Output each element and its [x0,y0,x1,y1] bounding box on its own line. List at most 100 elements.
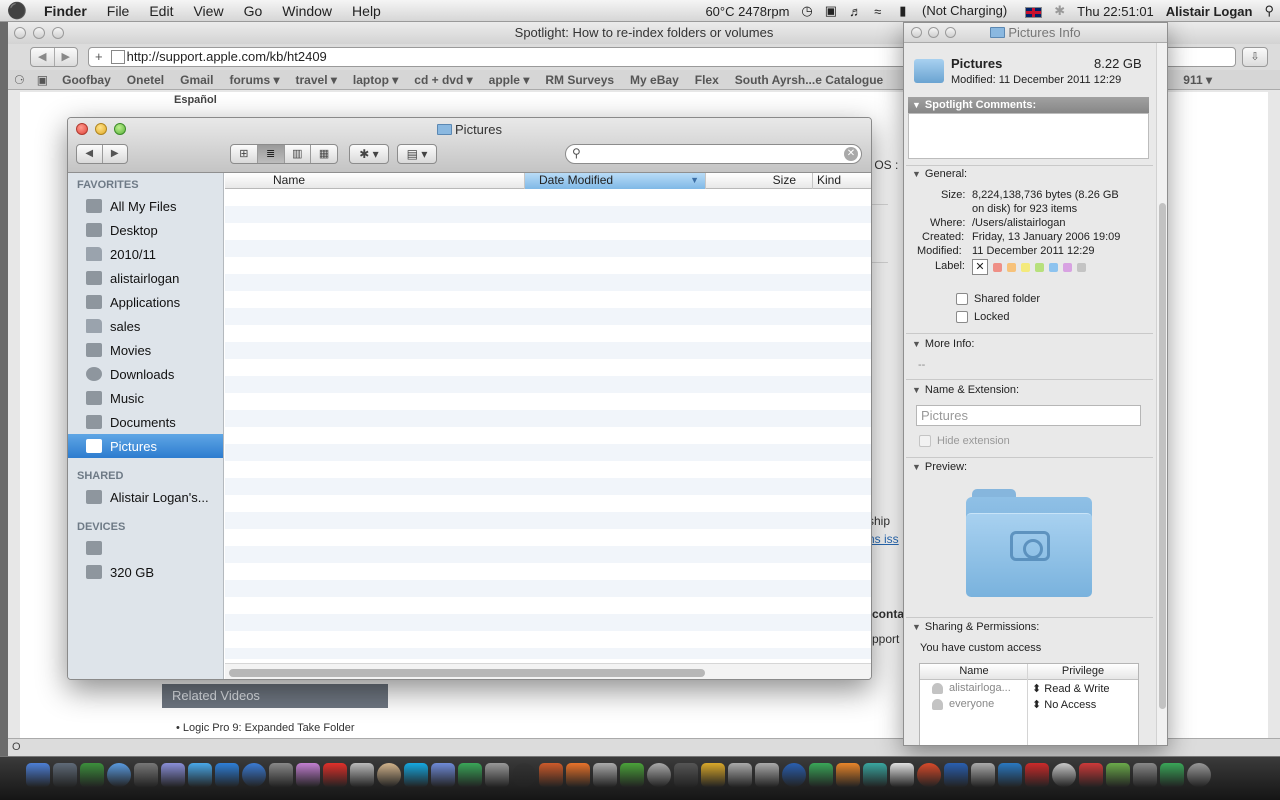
sharing-permissions-section-header[interactable]: ▼ Sharing & Permissions: [912,621,1039,633]
bookmark-rm-surveys[interactable]: RM Surveys [537,73,622,87]
browser-close-button[interactable] [14,27,26,39]
finder-back-button[interactable]: ◀ [77,145,103,163]
dock-app-icon[interactable] [917,763,941,787]
dock-app-icon[interactable] [458,763,482,787]
label-purple-swatch[interactable] [1063,262,1072,272]
table-row[interactable]: alistairloga... ⬍ Read & Write [920,680,1138,696]
menu-go[interactable]: Go [234,3,273,19]
more-info-section-header[interactable]: ▼ More Info: [912,338,974,350]
temperature-fan-status[interactable]: 60°C 2478rpm [699,4,795,19]
bookmarks-book-icon[interactable]: ▣ [31,73,54,87]
dock-app-icon[interactable] [1052,763,1076,787]
finder-search-field[interactable]: ⚲ ✕ [565,144,862,164]
action-menu-button[interactable]: ✱ ▾ [349,144,389,164]
bookmark-laptop[interactable]: laptop ▾ [345,73,406,87]
spotlight-comments-header[interactable]: ▼ Spotlight Comments: [908,97,1149,113]
bookmark-forums[interactable]: forums ▾ [221,73,287,87]
sidebar-item-all-my-files[interactable]: All My Files [68,194,223,218]
info-close-button[interactable] [911,27,922,38]
sidebar-item-movies[interactable]: Movies [68,338,223,362]
sidebar-item-downloads[interactable]: Downloads [68,362,223,386]
dock-app-icon[interactable] [107,763,131,787]
dock-app-icon[interactable] [647,763,671,787]
info-scroll-thumb[interactable] [1159,203,1166,709]
label-blue-swatch[interactable] [1049,262,1058,272]
dock-app-icon[interactable] [485,763,509,787]
horizontal-scrollbar[interactable] [225,663,871,679]
dock-app-icon[interactable] [431,763,455,787]
dock-app-icon[interactable] [53,763,77,787]
general-section-header[interactable]: ▼ General: [912,168,967,180]
dock-app-icon[interactable] [863,763,887,787]
sidebar-item-desktop[interactable]: Desktop [68,218,223,242]
apple-menu-icon[interactable]: ⚫ [0,1,34,21]
reading-list-icon[interactable]: ⚆ [8,73,31,87]
dock-app-icon[interactable] [242,763,266,787]
label-orange-swatch[interactable] [1007,262,1016,272]
dock-app-icon[interactable] [998,763,1022,787]
bookmark-911[interactable]: 911 ▾ [1175,73,1220,87]
dock-app-icon[interactable] [566,763,590,787]
downloads-button[interactable]: ⇩ [1242,47,1268,67]
sidebar-item-applications[interactable]: Applications [68,290,223,314]
dock-app-icon[interactable] [971,763,995,787]
bluetooth-icon[interactable]: ✱ [1048,3,1071,19]
menu-help[interactable]: Help [342,3,391,19]
dock-app-icon[interactable] [728,763,752,787]
dock-app-icon[interactable] [269,763,293,787]
column-view-button[interactable]: ▥ [285,145,312,163]
time-machine-icon[interactable]: ◷ [795,3,818,19]
menu-file[interactable]: File [97,3,140,19]
column-header-name[interactable]: Name [225,173,525,189]
dock-app-icon[interactable] [1187,763,1211,787]
dock-app-icon[interactable] [539,763,563,787]
column-header-size[interactable]: Size [706,173,813,189]
list-view-button[interactable]: ≣ [257,145,285,163]
bookmark-flex[interactable]: Flex [687,73,727,87]
language-link-espanol[interactable]: Español [174,94,217,106]
dock-app-icon[interactable] [1160,763,1184,787]
bookmark-my-ebay[interactable]: My eBay [622,73,687,87]
sidebar-item-music[interactable]: Music [68,386,223,410]
dock-app-icon[interactable] [755,763,779,787]
cover-flow-button[interactable]: ▦ [311,145,337,163]
browser-minimize-button[interactable] [33,27,45,39]
dock-app-icon[interactable] [593,763,617,787]
sidebar-item-2010-11[interactable]: 2010/11 [68,242,223,266]
clear-search-icon[interactable]: ✕ [844,147,858,161]
dock-app-icon[interactable] [890,763,914,787]
browser-zoom-button[interactable] [52,27,64,39]
web-link-fragment[interactable]: ns iss [868,532,899,546]
hide-extension-checkbox[interactable] [919,435,931,447]
finder-forward-button[interactable]: ▶ [103,145,128,163]
menu-clock[interactable]: Thu 22:51:01 [1071,4,1160,19]
bookmark-onetel[interactable]: Onetel [119,73,172,87]
shared-folder-checkbox[interactable] [956,293,968,305]
dock-app-icon[interactable] [701,763,725,787]
related-video-link[interactable]: • Logic Pro 9: Expanded Take Folder [176,722,355,734]
name-field[interactable]: Pictures [916,405,1141,426]
label-green-swatch[interactable] [1035,262,1044,272]
column-header-kind[interactable]: Kind [813,173,871,189]
browser-back-button[interactable]: ◀ [31,48,55,66]
add-bookmark-icon[interactable]: + [95,49,103,64]
dock-app-icon[interactable] [26,763,50,787]
dock-app-icon[interactable] [836,763,860,787]
arrange-menu-button[interactable]: ▤ ▾ [397,144,437,164]
dock-app-icon[interactable] [1025,763,1049,787]
dock-app-icon[interactable] [323,763,347,787]
bookmark-travel[interactable]: travel ▾ [288,73,345,87]
menu-window[interactable]: Window [272,3,342,19]
dock-app-icon[interactable] [620,763,644,787]
dock-app-icon[interactable] [674,763,698,787]
dock-app-icon[interactable] [944,763,968,787]
info-vertical-scrollbar[interactable] [1156,43,1167,745]
menu-app-finder[interactable]: Finder [34,3,97,19]
bookmark-cd-dvd[interactable]: cd + dvd ▾ [406,73,480,87]
dock-app-icon[interactable] [809,763,833,787]
menu-view[interactable]: View [183,3,233,19]
permission-privilege-popup[interactable]: ⬍ No Access [1028,698,1096,711]
dock-app-icon[interactable] [80,763,104,787]
label-red-swatch[interactable] [993,262,1002,272]
permissions-col-name[interactable]: Name [920,664,1028,679]
